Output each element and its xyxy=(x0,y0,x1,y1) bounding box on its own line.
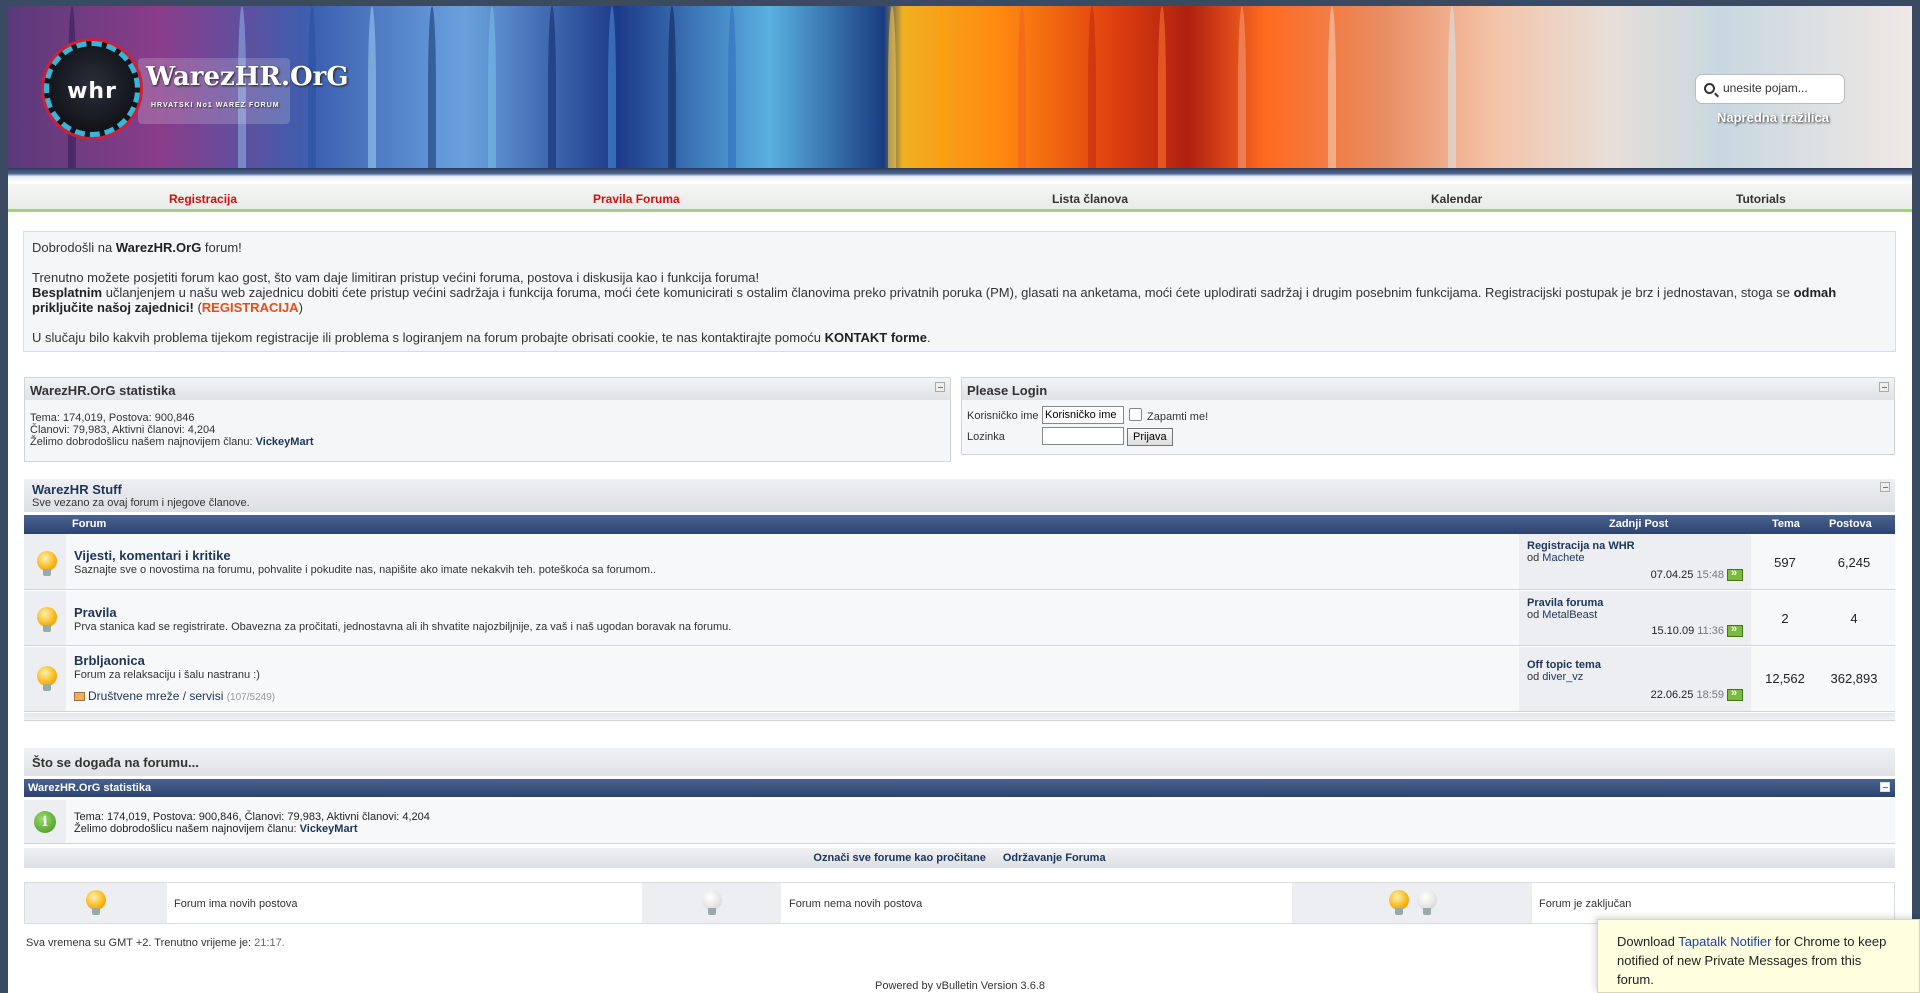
stats-panel-body: Tema: 174,019, Postova: 900,846 Članovi:… xyxy=(30,412,314,448)
col-last-post: Zadnji Post xyxy=(1609,518,1669,530)
legend-no-new-posts: Forum nema novih postova xyxy=(789,898,923,910)
search-icon[interactable] xyxy=(1704,83,1715,94)
stats-panel: WarezHR.OrG statistika Tema: 174,019, Po… xyxy=(24,377,951,462)
go-to-last-post-icon[interactable] xyxy=(1727,567,1743,581)
mark-all-read-link[interactable]: Označi sve forume kao pročitane xyxy=(813,852,985,864)
subforum-folder-icon xyxy=(74,692,85,702)
logo-text[interactable]: WarezHR.OrG xyxy=(146,62,349,92)
username-input[interactable] xyxy=(1042,406,1124,424)
locked-bulb-icon xyxy=(1417,890,1437,918)
welcome-line-4: U slučaju bilo kakvih problema tijekom r… xyxy=(32,330,931,345)
logo-subtitle: HRVATSKI No1 WAREZ FORUM xyxy=(151,102,280,109)
icon-legend: Forum ima novih postova Forum nema novih… xyxy=(24,882,1895,924)
collapse-icon[interactable] xyxy=(935,382,945,392)
last-post-cell: Pravila foruma od MetalBeast 15.10.09 11… xyxy=(1519,591,1751,645)
login-button[interactable]: Prijava xyxy=(1127,428,1173,446)
forum-title[interactable]: Vijesti, komentari i kritike xyxy=(74,548,656,563)
thread-count: 12,562 xyxy=(1765,671,1805,686)
nav-kalendar[interactable]: Kalendar xyxy=(1431,192,1482,206)
search-box[interactable] xyxy=(1695,74,1845,104)
username-label: Korisničko ime xyxy=(967,410,1039,422)
last-post-user[interactable]: MetalBeast xyxy=(1542,609,1597,621)
tapatalk-notification[interactable]: Download Tapatalk Notifier for Chrome to… xyxy=(1597,919,1920,993)
new-posts-bulb-icon xyxy=(86,890,106,918)
nav-tutorials[interactable]: Tutorials xyxy=(1736,192,1786,206)
advanced-search-link[interactable]: Napredna tražilica xyxy=(1717,110,1829,125)
newest-member-link[interactable]: VickeyMart xyxy=(300,823,358,835)
new-posts-bulb-icon xyxy=(37,551,57,579)
new-posts-bulb-icon xyxy=(37,607,57,635)
forum-actions-bar: Označi sve forume kao pročitane Održavan… xyxy=(24,848,1895,868)
forum-table-footer xyxy=(24,713,1895,721)
header-banner: whr WarezHR.OrG HRVATSKI No1 WAREZ FORUM… xyxy=(8,6,1912,168)
forum-maintenance-link[interactable]: Održavanje Foruma xyxy=(1003,852,1106,864)
registration-link[interactable]: REGISTRACIJA xyxy=(202,300,299,315)
last-post-cell: Off topic tema od diver_vz 22.06.25 18:5… xyxy=(1519,647,1751,711)
forum-table-header: Forum Zadnji Post Tema Postova xyxy=(24,515,1895,534)
col-threads: Tema xyxy=(1772,518,1800,530)
legend-new-posts: Forum ima novih postova xyxy=(174,898,298,910)
forum-row: Brbljaonica Forum za relaksaciju i šalu … xyxy=(24,647,1895,712)
post-count: 4 xyxy=(1850,611,1858,626)
newest-member-link[interactable]: VickeyMart xyxy=(256,436,314,448)
password-input[interactable] xyxy=(1042,427,1124,445)
last-post-user[interactable]: Machete xyxy=(1542,552,1584,564)
new-posts-bulb-icon xyxy=(37,666,57,694)
collapse-icon[interactable] xyxy=(1880,782,1890,792)
legend-locked: Forum je zaključan xyxy=(1539,898,1632,910)
password-label: Lozinka xyxy=(967,431,1005,443)
no-new-posts-bulb-icon xyxy=(702,890,722,918)
nav-pravila-foruma[interactable]: Pravila Foruma xyxy=(593,192,680,206)
post-count: 362,893 xyxy=(1830,671,1878,686)
nav-lista-clanova[interactable]: Lista članova xyxy=(1052,192,1128,206)
forum-category-header: WarezHR Stuff Sve vezano za ovaj forum i… xyxy=(24,479,1895,512)
header-divider xyxy=(8,168,1912,182)
main-nav: Registracija Pravila Foruma Lista članov… xyxy=(8,184,1912,212)
category-title[interactable]: WarezHR Stuff xyxy=(32,482,1887,497)
forum-row: Vijesti, komentari i kritike Saznajte sv… xyxy=(24,534,1895,590)
stats-panel-title: WarezHR.OrG statistika xyxy=(25,378,950,400)
thread-count: 2 xyxy=(1781,611,1789,626)
collapse-icon[interactable] xyxy=(1879,382,1889,392)
nav-registracija[interactable]: Registracija xyxy=(169,192,237,206)
footer-time: Sva vremena su GMT +2. Trenutno vrijeme … xyxy=(26,937,285,949)
post-count: 6,245 xyxy=(1837,555,1871,570)
col-posts: Postova xyxy=(1829,518,1872,530)
forum-description: Saznajte sve o novostima na forumu, pohv… xyxy=(74,564,657,576)
welcome-box: Dobrodošli na WarezHR.OrG forum! Trenutn… xyxy=(23,231,1896,352)
welcome-line-2: Trenutno možete posjetiti forum kao gost… xyxy=(32,270,1837,315)
category-description: Sve vezano za ovaj forum i njegove člano… xyxy=(32,497,250,509)
last-post-title[interactable]: Pravila foruma xyxy=(1527,597,1743,609)
last-post-title[interactable]: Registracija na WHR xyxy=(1527,540,1743,552)
forum-title[interactable]: Pravila xyxy=(74,605,731,620)
subforum-link[interactable]: Društvene mreže / servisi xyxy=(88,689,223,703)
go-to-last-post-icon[interactable] xyxy=(1727,687,1743,701)
info-icon: i xyxy=(34,811,56,833)
collapse-icon[interactable] xyxy=(1880,482,1890,492)
login-panel-title: Please Login xyxy=(962,378,1894,400)
logo-mark: whr xyxy=(67,79,117,104)
last-post-title[interactable]: Off topic tema xyxy=(1527,659,1743,671)
locked-new-bulb-icon xyxy=(1389,890,1409,918)
thread-count: 597 xyxy=(1774,555,1796,570)
forum-stats-header: WarezHR.OrG statistika xyxy=(24,779,1895,797)
forum-title[interactable]: Brbljaonica xyxy=(74,653,275,668)
forum-row: Pravila Prva stanica kad se registrirate… xyxy=(24,591,1895,646)
search-input[interactable] xyxy=(1723,81,1838,95)
col-forum: Forum xyxy=(72,518,107,530)
go-to-last-post-icon[interactable] xyxy=(1727,623,1743,637)
forum-stats-row: i Tema: 174,019, Postova: 900,846, Člano… xyxy=(24,800,1895,844)
contact-form-link[interactable]: KONTAKT forme xyxy=(825,330,927,345)
tapatalk-notifier-link[interactable]: Tapatalk Notifier xyxy=(1678,934,1771,949)
welcome-line-1: Dobrodošli na WarezHR.OrG forum! xyxy=(32,240,242,255)
whats-going-on-title: Što se događa na forumu... xyxy=(24,748,1895,776)
site-logo[interactable]: whr xyxy=(44,41,140,137)
last-post-cell: Registracija na WHR od Machete 07.04.25 … xyxy=(1519,534,1751,589)
forum-description: Forum za relaksaciju i šalu nastranu :) xyxy=(74,669,260,681)
remember-me-label: Zapamti me! xyxy=(1147,411,1209,423)
last-post-user[interactable]: diver_vz xyxy=(1542,671,1583,683)
remember-me-checkbox[interactable] xyxy=(1129,408,1142,421)
login-panel: Please Login Korisničko ime Zapamti me! … xyxy=(961,377,1895,455)
forum-description: Prva stanica kad se registrirate. Obavez… xyxy=(74,621,732,633)
